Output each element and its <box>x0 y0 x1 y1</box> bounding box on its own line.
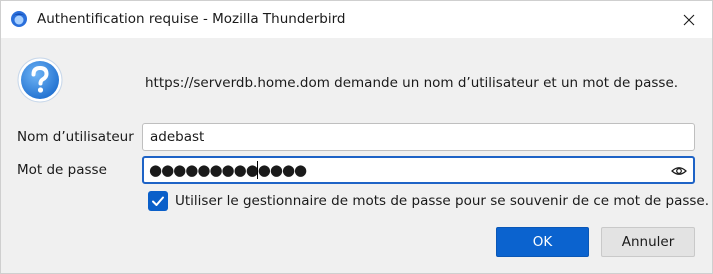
thunderbird-icon <box>11 11 27 27</box>
password-value: ●●●●●●●●●●●●● <box>149 161 307 179</box>
remember-checkbox[interactable] <box>148 191 168 211</box>
close-button[interactable] <box>666 1 712 38</box>
text-caret <box>257 161 258 179</box>
remember-label[interactable]: Utiliser le gestionnaire de mots de pass… <box>175 192 709 210</box>
auth-dialog: Authentification requise - Mozilla Thund… <box>0 0 713 274</box>
auth-message: https://serverdb.home.dom demande un nom… <box>145 75 679 91</box>
window-title: Authentification requise - Mozilla Thund… <box>37 11 346 27</box>
ok-button[interactable]: OK <box>496 227 589 257</box>
password-label: Mot de passe <box>17 162 107 178</box>
username-value: adebast <box>150 129 205 145</box>
cancel-button[interactable]: Annuler <box>601 227 695 257</box>
question-icon <box>17 57 63 103</box>
username-field[interactable]: adebast <box>142 123 695 151</box>
title-bar: Authentification requise - Mozilla Thund… <box>1 1 712 38</box>
username-label: Nom d’utilisateur <box>17 129 134 145</box>
eye-icon[interactable] <box>671 163 687 179</box>
close-icon <box>683 14 695 25</box>
checkmark-icon <box>152 196 164 206</box>
password-field[interactable]: ●●●●●●●●●●●●● <box>142 156 695 184</box>
